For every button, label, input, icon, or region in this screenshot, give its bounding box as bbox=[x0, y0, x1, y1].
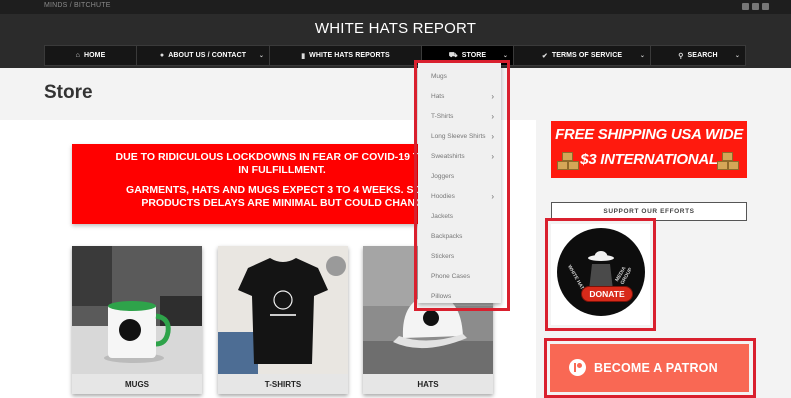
chevron-down-icon: ⌄ bbox=[639, 53, 645, 59]
social-links-text[interactable]: MINDS / BITCHUTE bbox=[44, 2, 111, 9]
product-label[interactable]: HATS bbox=[363, 374, 493, 394]
bookmark-icon: ▮ bbox=[301, 52, 306, 60]
nav-label: WHITE HATS REPORTS bbox=[309, 52, 390, 59]
nav-label: ABOUT US / CONTACT bbox=[168, 52, 247, 59]
home-icon: ⌂ bbox=[75, 52, 80, 59]
shipping-banner[interactable]: FREE SHIPPING USA WIDE $3 INTERNATIONAL bbox=[551, 121, 747, 178]
boxes-icon bbox=[557, 151, 581, 171]
product-label[interactable]: MUGS bbox=[72, 374, 202, 394]
chevron-down-icon: ⌄ bbox=[258, 53, 264, 59]
nav-label: TERMS OF SERVICE bbox=[551, 52, 623, 59]
product-card-t-shirts[interactable]: T-SHIRTS bbox=[218, 246, 348, 394]
t-shirt-product-image bbox=[218, 246, 348, 374]
nav-label: STORE bbox=[461, 52, 487, 59]
cart-icon: ⛟ bbox=[448, 52, 458, 59]
nav-about-contact[interactable]: ● ABOUT US / CONTACT ⌄ bbox=[137, 46, 270, 65]
page-title-band: Store bbox=[0, 68, 791, 120]
check-icon: ✔ bbox=[541, 52, 548, 60]
shipping-line-1: FREE SHIPPING USA WIDE bbox=[555, 126, 743, 143]
boxes-icon bbox=[717, 151, 741, 171]
mug-product-image bbox=[72, 246, 202, 374]
nav-label: HOME bbox=[83, 52, 106, 59]
user-icon: ● bbox=[159, 52, 165, 59]
page-title: Store bbox=[44, 82, 93, 103]
top-strip: MINDS / BITCHUTE bbox=[0, 0, 791, 14]
nav-home[interactable]: ⌂ HOME bbox=[45, 46, 137, 65]
highlight-box-patron bbox=[544, 338, 756, 398]
nav-terms-of-service[interactable]: ✔ TERMS OF SERVICE ⌄ bbox=[514, 46, 651, 65]
product-card-mugs[interactable]: MUGS bbox=[72, 246, 202, 394]
main-nav: ⌂ HOME ● ABOUT US / CONTACT ⌄ ▮ WHITE HA… bbox=[44, 45, 746, 66]
highlight-box-donate bbox=[545, 218, 656, 331]
product-label[interactable]: T-SHIRTS bbox=[218, 374, 348, 394]
search-icon: ⚲ bbox=[678, 52, 684, 60]
social-icons bbox=[742, 3, 769, 10]
nav-white-hats-reports[interactable]: ▮ WHITE HATS REPORTS bbox=[270, 46, 422, 65]
nav-search[interactable]: ⚲ SEARCH ⌄ bbox=[651, 46, 745, 65]
twitter-icon[interactable] bbox=[742, 3, 749, 10]
chevron-down-icon: ⌄ bbox=[734, 53, 740, 59]
nav-label: SEARCH bbox=[687, 52, 718, 59]
site-title[interactable]: WHITE HATS REPORT bbox=[0, 20, 791, 37]
rss-icon[interactable] bbox=[762, 3, 769, 10]
facebook-icon[interactable] bbox=[752, 3, 759, 10]
chevron-down-icon: ⌄ bbox=[502, 53, 508, 59]
highlight-box-dropdown bbox=[414, 60, 510, 311]
site-header: WHITE HATS REPORT ⌂ HOME ● ABOUT US / CO… bbox=[0, 14, 791, 68]
